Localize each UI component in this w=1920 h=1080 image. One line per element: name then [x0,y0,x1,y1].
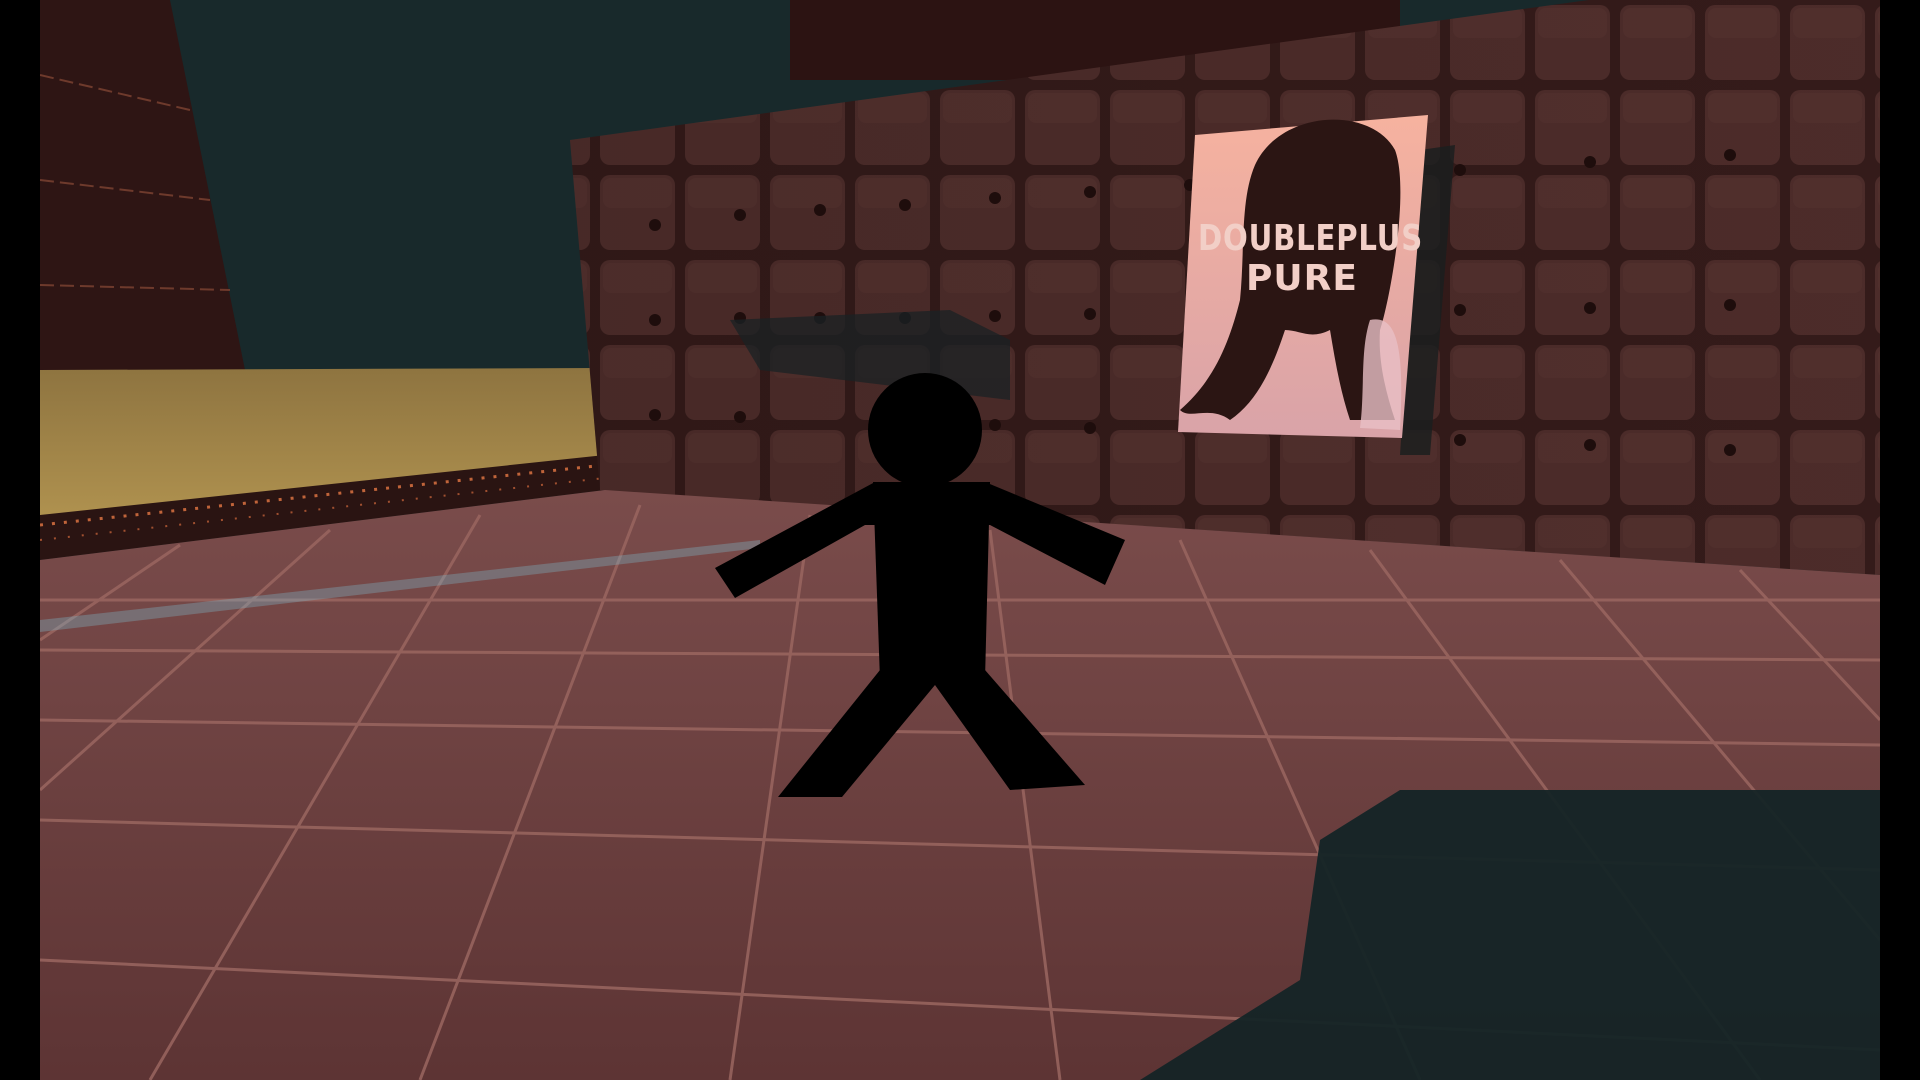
figure-head [868,373,982,487]
wall-poster: DOUBLEPLUS PURE [1178,115,1428,438]
poster-line-2: PURE [1246,258,1358,299]
poster-line-1: DOUBLEPLUS [1198,218,1423,259]
figure-torso [873,482,990,680]
game-scene: DOUBLEPLUS PURE [40,0,1880,1080]
game-viewport[interactable]: DOUBLEPLUS PURE [0,0,1920,1080]
